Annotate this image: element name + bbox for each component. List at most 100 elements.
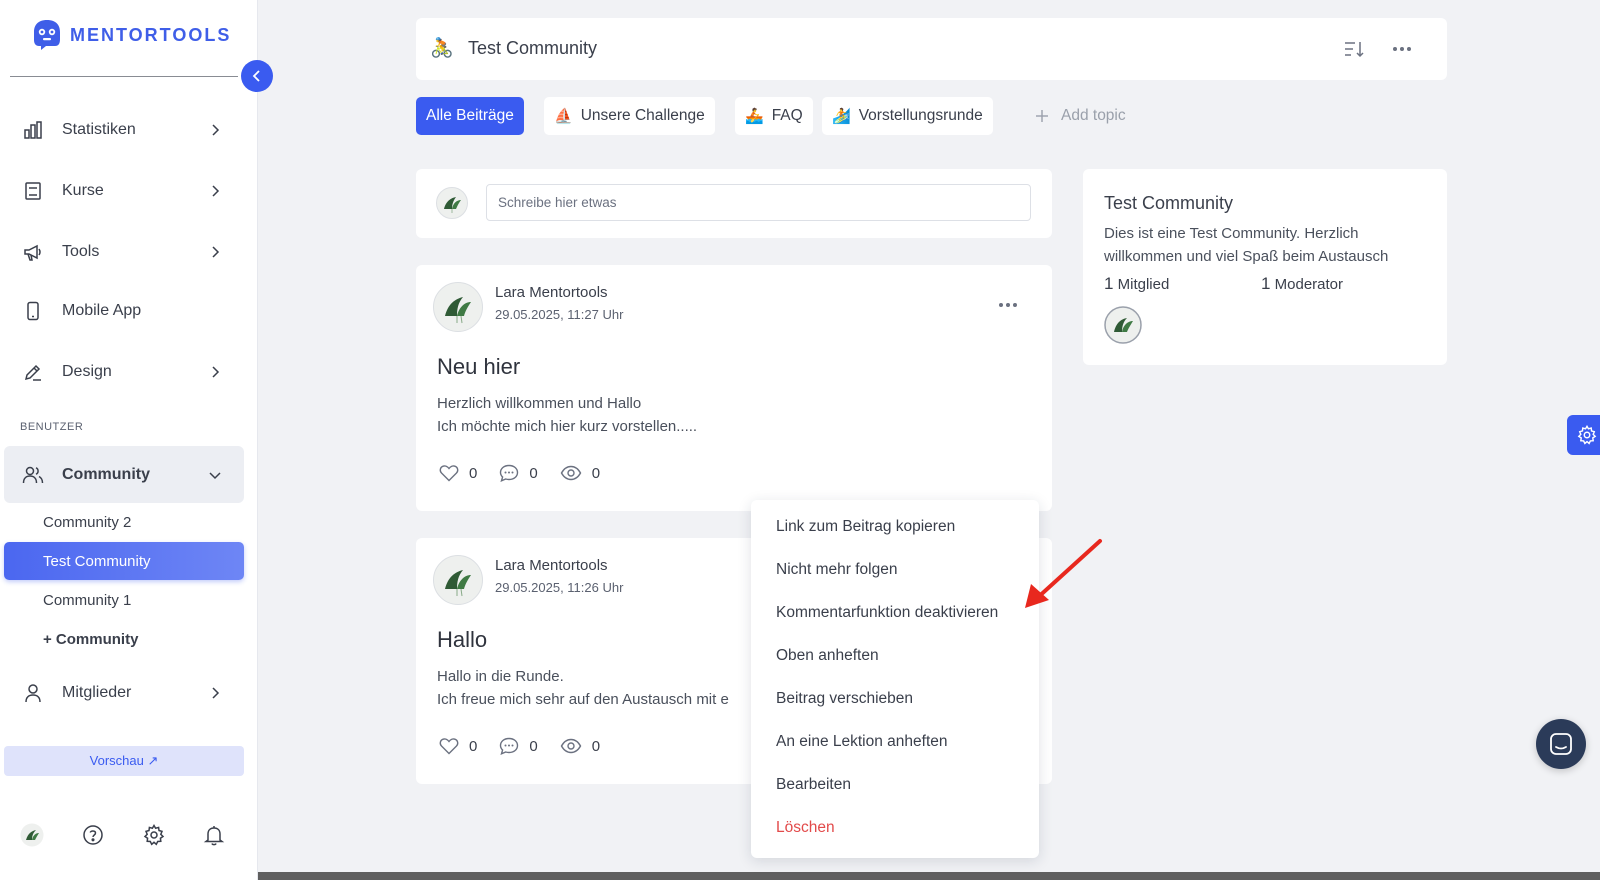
collapse-sidebar-button[interactable] bbox=[241, 60, 273, 92]
plus-icon bbox=[1036, 110, 1048, 122]
like-count: 0 bbox=[469, 464, 478, 482]
like-button[interactable]: 0 bbox=[439, 464, 477, 482]
view-count: 0 bbox=[591, 737, 601, 755]
comment-button[interactable]: 0 bbox=[499, 464, 538, 482]
brand-logo[interactable]: MENTORTOOLS bbox=[30, 18, 231, 52]
menu-item-delete[interactable]: Löschen bbox=[776, 819, 835, 837]
post-input[interactable] bbox=[486, 184, 1031, 221]
chevron-right-icon bbox=[212, 366, 220, 378]
post-body-line: Herzlich willkommen und Hallo bbox=[437, 395, 642, 412]
brand-name: MENTORTOOLS bbox=[70, 24, 232, 45]
gear-icon bbox=[1577, 425, 1597, 445]
post-author[interactable]: Lara Mentortools bbox=[495, 284, 608, 301]
sidebar-item-community[interactable]: Community bbox=[4, 446, 244, 503]
tab-alle-beitraege[interactable]: Alle Beiträge bbox=[416, 97, 524, 135]
community-header: 🚴 Test Community bbox=[416, 18, 1447, 80]
comment-count: 0 bbox=[529, 464, 538, 482]
heart-icon bbox=[439, 465, 459, 482]
eye-icon bbox=[560, 465, 581, 481]
member-count-label: Mitglied bbox=[1117, 276, 1170, 293]
post-more-icon[interactable] bbox=[994, 295, 1022, 315]
tab-label: Alle Beiträge bbox=[426, 107, 514, 124]
sidebar-item-kurse[interactable]: Kurse bbox=[4, 164, 244, 218]
tab-label: FAQ bbox=[771, 107, 803, 124]
avatar[interactable] bbox=[19, 822, 45, 848]
sidebar-item-tools[interactable]: Tools bbox=[4, 225, 244, 279]
comment-icon bbox=[500, 737, 519, 755]
menu-item-pin-top[interactable]: Oben anheften bbox=[776, 647, 879, 665]
add-community-link[interactable]: + Community bbox=[4, 620, 244, 658]
robot-logo-icon bbox=[34, 20, 60, 50]
comment-button[interactable]: 0 bbox=[499, 737, 538, 755]
post-composer bbox=[416, 169, 1052, 238]
member-avatar[interactable] bbox=[1104, 306, 1142, 344]
sidebar-item-label: Design bbox=[62, 363, 112, 380]
post-title[interactable]: Hallo bbox=[437, 627, 487, 653]
sidebar-item-mobile-app[interactable]: Mobile App bbox=[4, 284, 244, 338]
post-date: 29.05.2025, 11:27 Uhr bbox=[495, 307, 624, 322]
post-stats: 0 0 0 bbox=[439, 737, 622, 755]
member-count-value: 1 bbox=[1104, 274, 1114, 293]
sailboat-icon: ⛵ bbox=[554, 108, 573, 125]
sidebar-item-statistiken[interactable]: Statistiken bbox=[4, 103, 244, 157]
settings-tab-button[interactable] bbox=[1567, 415, 1600, 455]
section-label-benutzer: BENUTZER bbox=[20, 421, 84, 433]
add-topic-button[interactable]: Add topic bbox=[1025, 97, 1136, 135]
sidebar-item-label: Kurse bbox=[62, 182, 104, 199]
megaphone-icon bbox=[22, 241, 44, 263]
like-button[interactable]: 0 bbox=[439, 737, 477, 755]
heart-icon bbox=[439, 738, 459, 755]
tab-vorstellungsrunde[interactable]: 🏄 Vorstellungsrunde bbox=[822, 97, 993, 135]
moderator-count-value: 1 bbox=[1261, 274, 1271, 293]
views-indicator: 0 bbox=[560, 465, 600, 482]
menu-item-unfollow[interactable]: Nicht mehr folgen bbox=[776, 561, 897, 579]
community-info-title: Test Community bbox=[1104, 193, 1234, 213]
tab-label: Add topic bbox=[1061, 107, 1126, 124]
sidebar-item-design[interactable]: Design bbox=[4, 345, 244, 399]
bell-icon[interactable] bbox=[201, 822, 227, 848]
post-title[interactable]: Neu hier bbox=[437, 354, 520, 380]
moderator-count[interactable]: 1 Moderator bbox=[1261, 274, 1343, 294]
member-count[interactable]: 1 Mitglied bbox=[1104, 274, 1169, 294]
preview-button[interactable]: Vorschau ↗ bbox=[4, 746, 244, 776]
sidebar-item-mitglieder[interactable]: Mitglieder bbox=[4, 666, 244, 720]
post-body: Herzlich willkommen und Hallo Ich möchte… bbox=[437, 392, 1037, 438]
sidebar-subitem-community-2[interactable]: Community 2 bbox=[4, 503, 244, 541]
rowboat-icon: 🚣 bbox=[745, 108, 764, 125]
sidebar-subitem-community-1[interactable]: Community 1 bbox=[4, 581, 244, 619]
view-count: 0 bbox=[591, 464, 601, 482]
sort-icon[interactable] bbox=[1341, 36, 1367, 62]
sidebar: MENTORTOOLS Statistiken Kurse Tools Mobi… bbox=[0, 0, 258, 880]
menu-item-copy-link[interactable]: Link zum Beitrag kopieren bbox=[776, 518, 955, 536]
sidebar-subitem-test-community[interactable]: Test Community bbox=[4, 542, 244, 580]
post-context-menu: Link zum Beitrag kopieren Nicht mehr fol… bbox=[751, 500, 1039, 858]
tab-unsere-challenge[interactable]: ⛵ Unsere Challenge bbox=[544, 97, 715, 135]
menu-item-pin-lesson[interactable]: An eine Lektion anheften bbox=[776, 733, 948, 751]
page-title: Test Community bbox=[468, 38, 598, 58]
avatar[interactable] bbox=[433, 282, 483, 332]
sidebar-item-label: Statistiken bbox=[62, 121, 136, 138]
community-emoji: 🚴 bbox=[430, 38, 454, 59]
sidebar-item-label: Community bbox=[62, 465, 150, 483]
post-body-line: Ich möchte mich hier kurz vorstellen....… bbox=[437, 418, 698, 435]
more-options-icon[interactable] bbox=[1389, 36, 1415, 62]
sidebar-footer bbox=[0, 822, 258, 852]
comment-icon bbox=[500, 464, 519, 482]
avatar[interactable] bbox=[433, 555, 483, 605]
tab-label: Unsere Challenge bbox=[580, 107, 705, 124]
divider bbox=[10, 76, 238, 77]
like-count: 0 bbox=[469, 737, 478, 755]
tab-faq[interactable]: 🚣 FAQ bbox=[735, 97, 813, 135]
user-icon bbox=[22, 682, 44, 704]
menu-item-edit[interactable]: Bearbeiten bbox=[776, 776, 851, 794]
menu-item-disable-comments[interactable]: Kommentarfunktion deaktivieren bbox=[776, 604, 998, 622]
help-icon[interactable] bbox=[80, 822, 106, 848]
settings-icon[interactable] bbox=[141, 822, 167, 848]
community-info-card: Test Community Dies ist eine Test Commun… bbox=[1083, 169, 1447, 365]
post-author[interactable]: Lara Mentortools bbox=[495, 557, 608, 574]
menu-item-move-post[interactable]: Beitrag verschieben bbox=[776, 690, 913, 708]
chevron-down-icon bbox=[209, 471, 221, 479]
chat-launcher-button[interactable] bbox=[1536, 719, 1586, 769]
sidebar-item-label: Mobile App bbox=[62, 302, 142, 319]
chat-icon bbox=[1550, 733, 1572, 755]
